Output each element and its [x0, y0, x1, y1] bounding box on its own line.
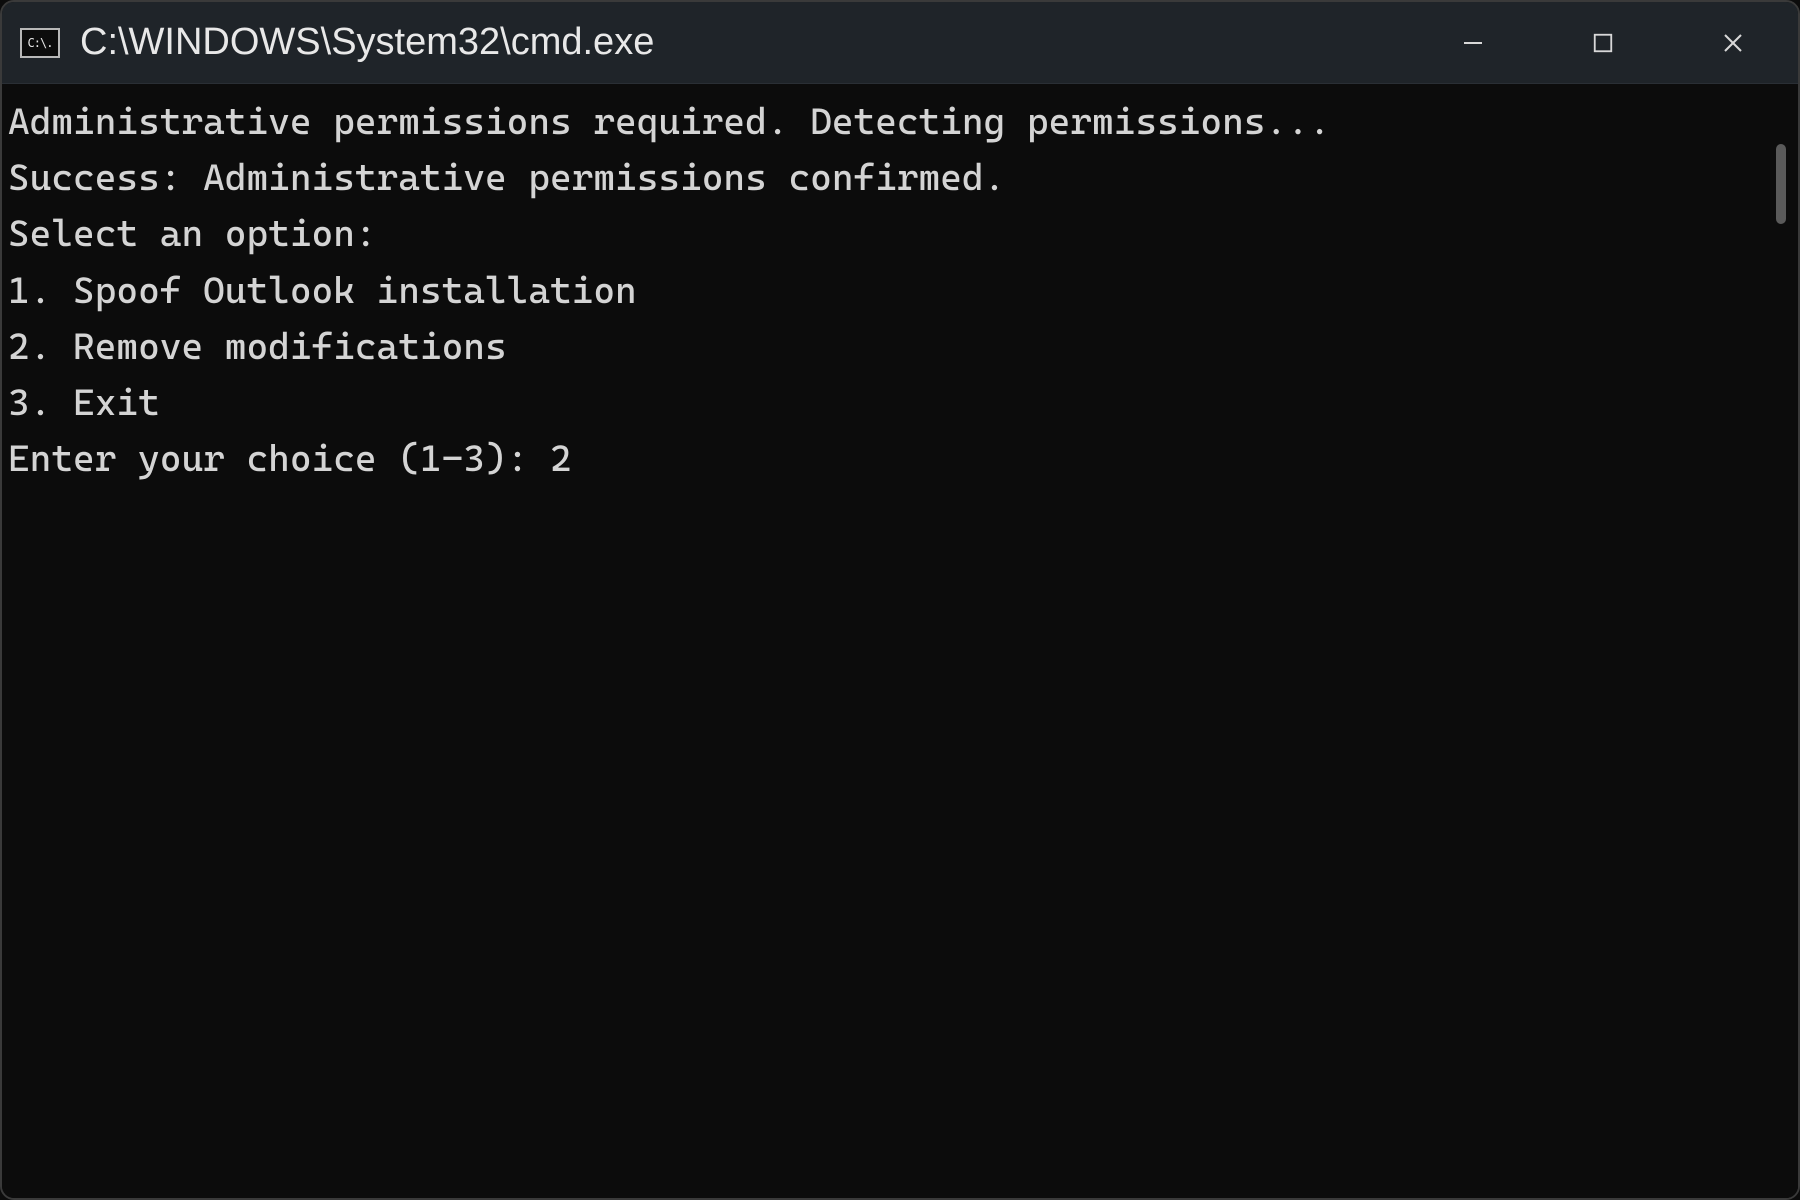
scrollbar-thumb[interactable]	[1776, 144, 1786, 224]
window-title: C:\WINDOWS\System32\cmd.exe	[80, 21, 1408, 64]
minimize-button[interactable]	[1408, 2, 1538, 83]
terminal-line: 2. Remove modifications	[8, 319, 1764, 375]
cmd-window: C:\. C:\WINDOWS\System32\cmd.exe	[0, 0, 1800, 1200]
maximize-button[interactable]	[1538, 2, 1668, 83]
terminal-area[interactable]: Administrative permissions required. Det…	[2, 84, 1798, 1198]
terminal-output: Administrative permissions required. Det…	[2, 84, 1764, 1198]
terminal-line: Success: Administrative permissions conf…	[8, 150, 1764, 206]
terminal-prompt: Enter your choice (1-3):	[8, 437, 550, 480]
cmd-icon: C:\.	[20, 28, 60, 58]
cmd-icon-label: C:\.	[28, 36, 53, 50]
terminal-line: 3. Exit	[8, 375, 1764, 431]
maximize-icon	[1592, 32, 1614, 54]
close-icon	[1721, 31, 1745, 55]
terminal-line: Select an option:	[8, 206, 1764, 262]
terminal-prompt-line: Enter your choice (1-3): 2	[8, 431, 1764, 487]
terminal-line: Administrative permissions required. Det…	[8, 94, 1764, 150]
terminal-line: 1. Spoof Outlook installation	[8, 263, 1764, 319]
close-button[interactable]	[1668, 2, 1798, 83]
terminal-input[interactable]: 2	[550, 437, 572, 480]
window-controls	[1408, 2, 1798, 83]
minimize-icon	[1461, 31, 1485, 55]
scrollbar-track[interactable]	[1764, 84, 1798, 1198]
titlebar[interactable]: C:\. C:\WINDOWS\System32\cmd.exe	[2, 2, 1798, 84]
